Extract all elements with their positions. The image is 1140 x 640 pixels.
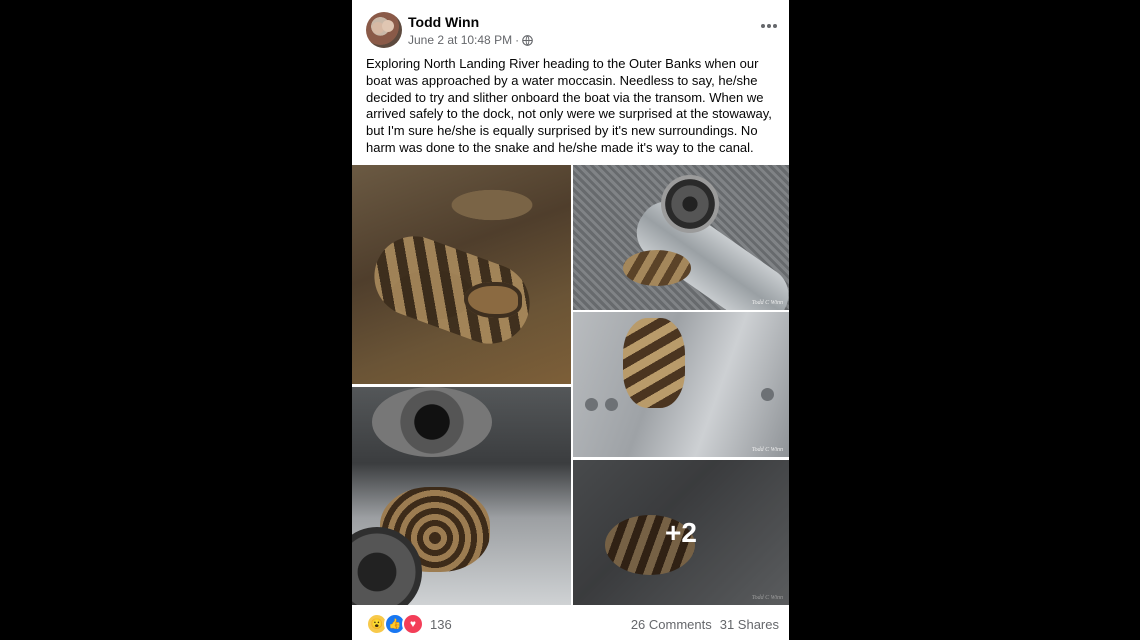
- post-meta: June 2 at 10:48 PM ·: [408, 33, 533, 47]
- engagement-counts: 26 Comments 31 Shares: [631, 617, 779, 632]
- comments-count[interactable]: 26 Comments: [631, 617, 712, 632]
- photo-more[interactable]: Todd C Winn +2: [573, 460, 789, 605]
- more-options-button[interactable]: [757, 18, 781, 34]
- love-icon: ♥: [402, 613, 424, 635]
- post-text: Exploring North Landing River heading to…: [366, 56, 772, 155]
- avatar[interactable]: [366, 12, 402, 48]
- photo-snake-on-bracket[interactable]: Todd C Winn: [573, 312, 789, 457]
- dot-icon: [773, 24, 777, 28]
- post-header: Todd Winn June 2 at 10:48 PM ·: [366, 12, 781, 48]
- author-name[interactable]: Todd Winn: [408, 14, 479, 30]
- dot-icon: [761, 24, 765, 28]
- photographer-signature: Todd C Winn: [751, 300, 783, 306]
- shares-count[interactable]: 31 Shares: [720, 617, 779, 632]
- photo-snake-under-rod[interactable]: Todd C Winn: [573, 165, 789, 310]
- post-footer: 😮 👍 ♥ 136 26 Comments 31 Shares: [366, 612, 779, 636]
- reactions[interactable]: 😮 👍 ♥ 136: [366, 613, 452, 635]
- photographer-signature: Todd C Winn: [751, 447, 783, 453]
- timestamp[interactable]: June 2 at 10:48 PM: [408, 33, 512, 47]
- photo-snake-in-water[interactable]: [352, 165, 571, 384]
- more-photos-overlay[interactable]: +2: [573, 460, 789, 605]
- reaction-count[interactable]: 136: [430, 617, 452, 632]
- photo-snake-coiled[interactable]: [352, 387, 571, 605]
- dot-icon: [767, 24, 771, 28]
- separator: ·: [515, 33, 520, 47]
- post-card: Todd Winn June 2 at 10:48 PM · Exploring…: [352, 0, 789, 640]
- globe-icon: [522, 34, 533, 46]
